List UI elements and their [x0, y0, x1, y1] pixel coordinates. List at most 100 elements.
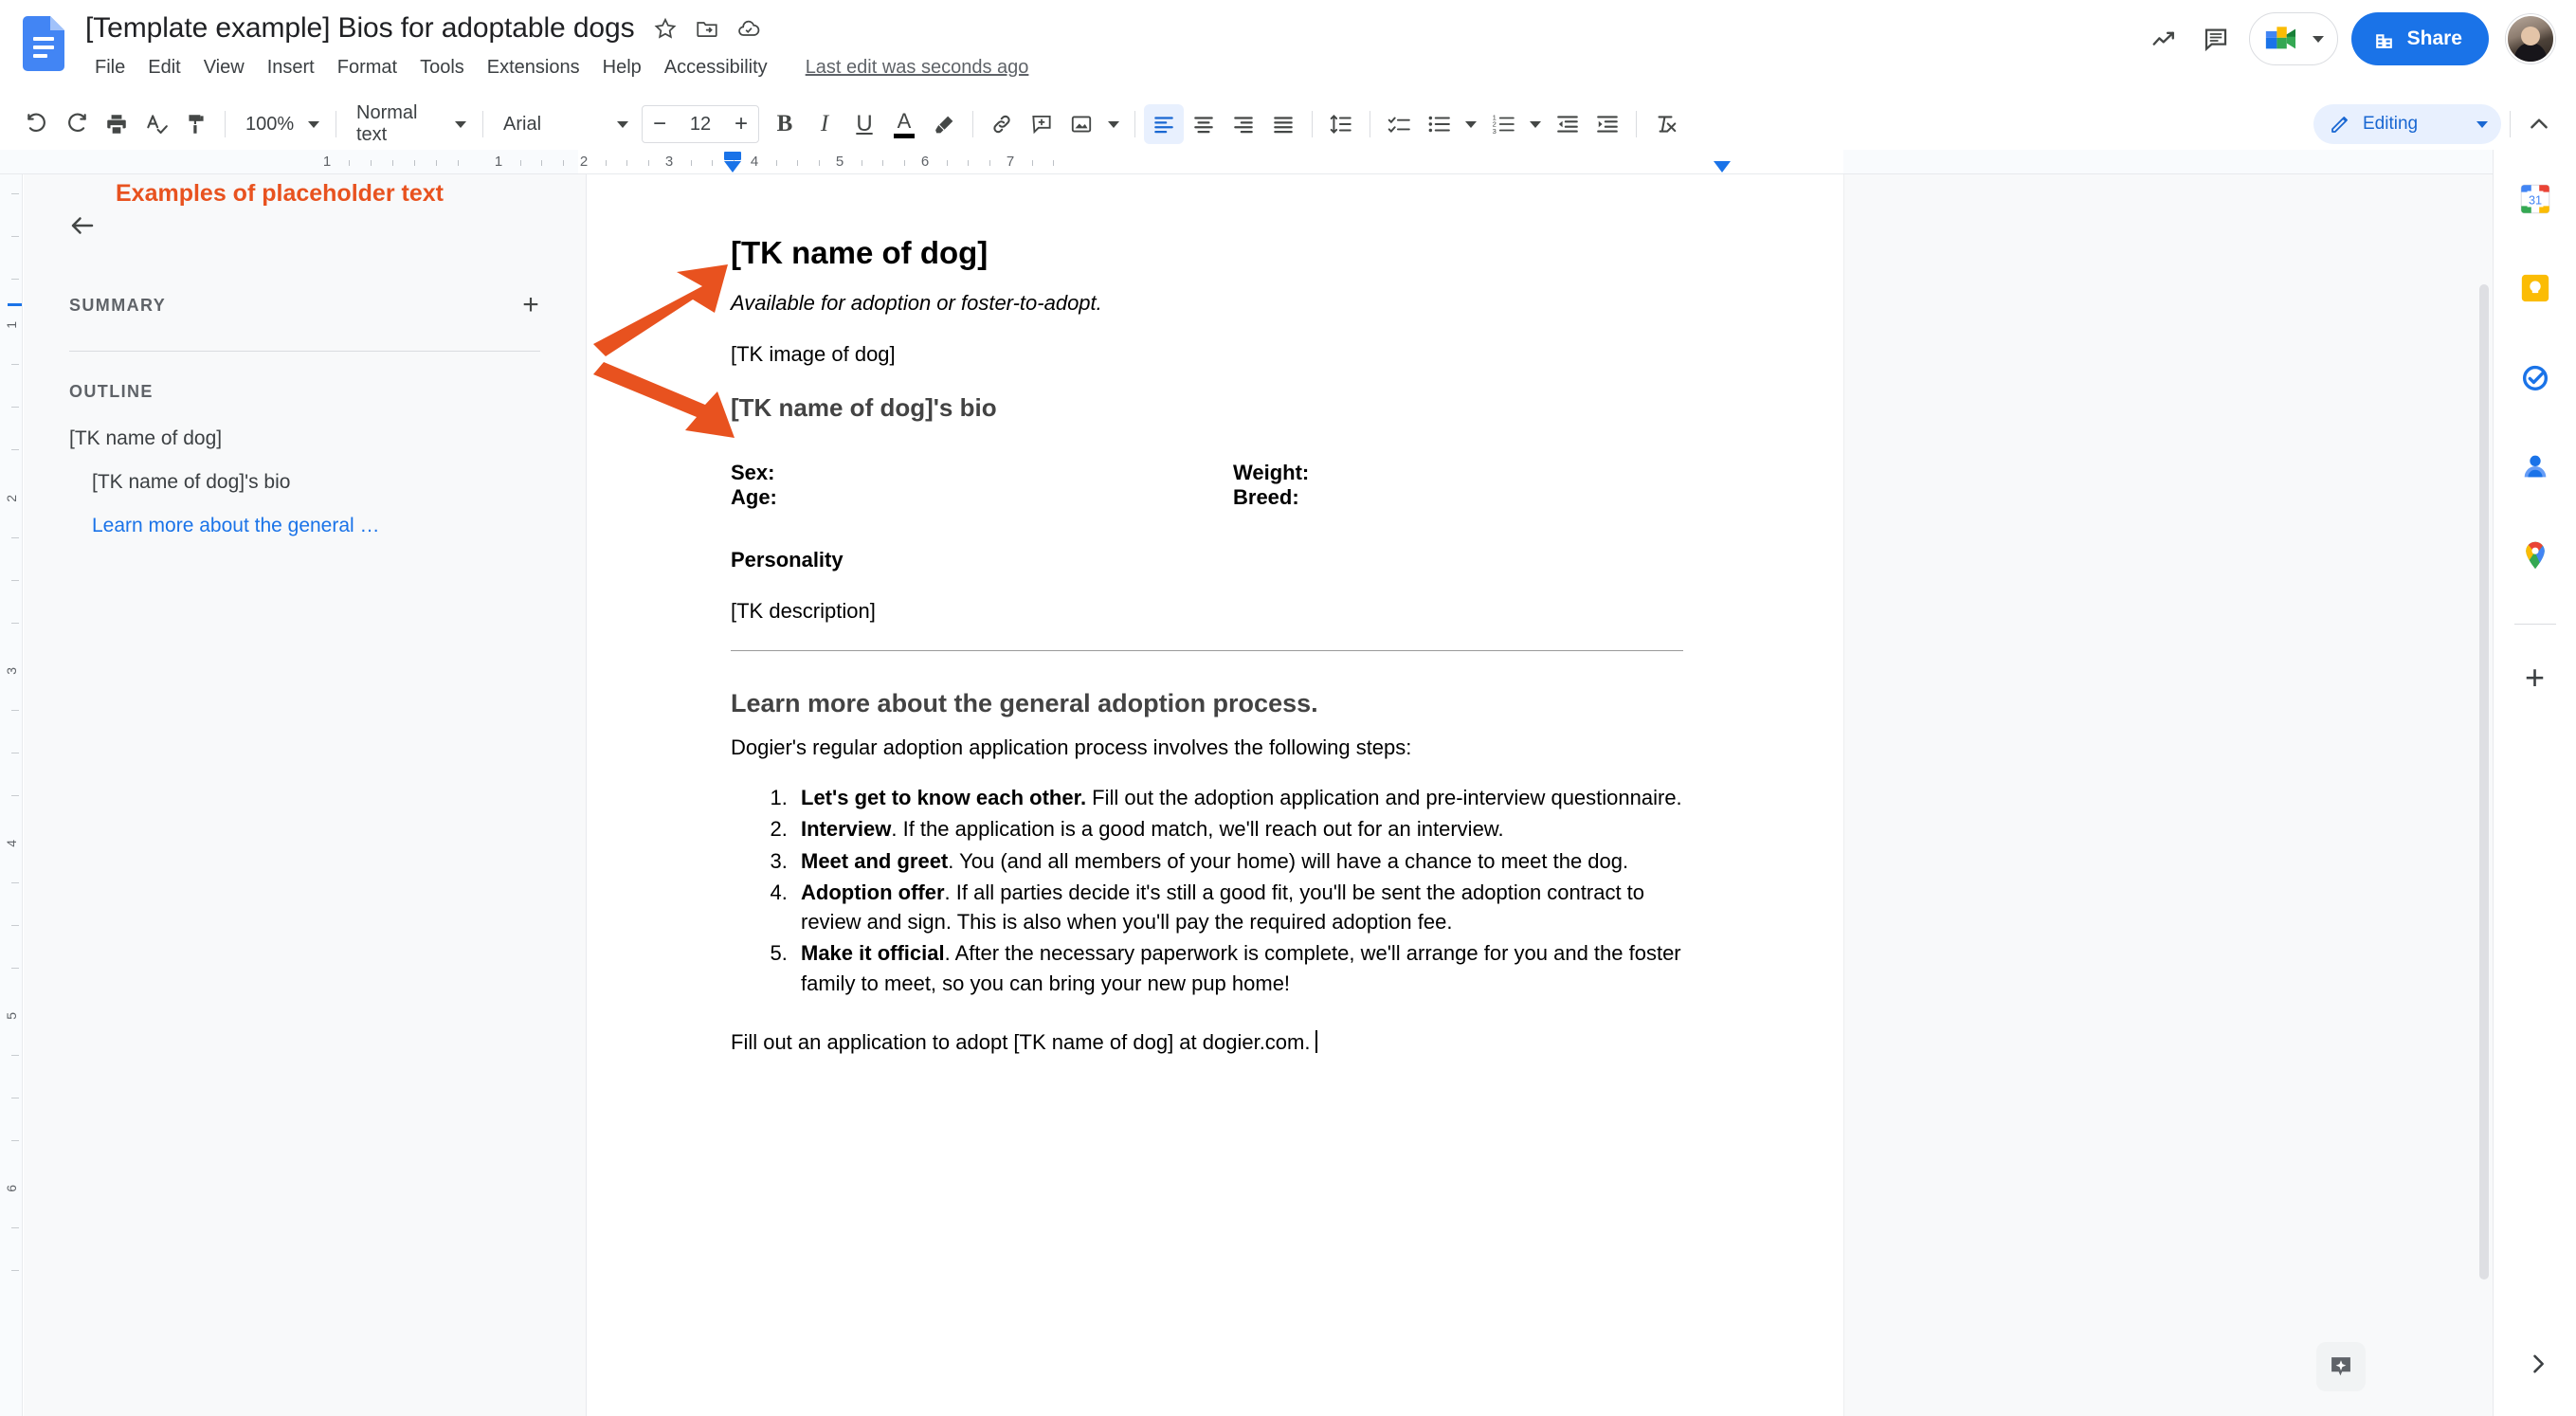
doc-field-row[interactable]: Age: Breed:	[731, 485, 1703, 510]
list-item[interactable]: Adoption offer. If all parties decide it…	[793, 878, 1703, 936]
doc-heading-bio[interactable]: [TK name of dog]'s bio	[731, 393, 1703, 423]
outline-item-learn-more[interactable]: Learn more about the general …	[24, 504, 586, 548]
align-center-button[interactable]	[1184, 104, 1224, 144]
pencil-icon	[2331, 117, 2348, 133]
calendar-icon[interactable]: 31	[2509, 172, 2562, 226]
comment-history-icon[interactable]	[2190, 13, 2241, 64]
doc-heading-personality[interactable]: Personality	[731, 548, 1703, 572]
numbered-list-chevron-down-icon[interactable]	[1523, 104, 1548, 144]
editing-mode-selector[interactable]: Editing	[2313, 104, 2501, 144]
align-left-button[interactable]	[1144, 104, 1184, 144]
outline-item-dog-bio[interactable]: [TK name of dog]'s bio	[24, 461, 586, 504]
font-size-decrease-button[interactable]: −	[643, 106, 677, 142]
share-label: Share	[2406, 27, 2462, 49]
font-selector[interactable]: Arial	[492, 104, 636, 144]
doc-image-placeholder[interactable]: [TK image of dog]	[731, 342, 1703, 367]
meet-button[interactable]	[2248, 12, 2338, 65]
menu-insert[interactable]: Insert	[256, 53, 326, 82]
checklist-icon[interactable]	[1379, 104, 1419, 144]
doc-subtitle[interactable]: Available for adoption or foster-to-adop…	[731, 291, 1703, 316]
font-size-increase-button[interactable]: +	[724, 106, 758, 142]
menu-tools[interactable]: Tools	[408, 53, 476, 82]
menu-accessibility[interactable]: Accessibility	[653, 53, 779, 82]
close-outline-button[interactable]	[62, 205, 103, 246]
menu-file[interactable]: File	[83, 53, 136, 82]
redo-icon[interactable]	[57, 104, 97, 144]
list-item[interactable]: Let's get to know each other. Fill out t…	[793, 783, 1703, 812]
align-right-button[interactable]	[1224, 104, 1263, 144]
increase-indent-icon[interactable]	[1587, 104, 1627, 144]
menu-help[interactable]: Help	[591, 53, 653, 82]
italic-button[interactable]: I	[805, 104, 844, 144]
add-comment-icon[interactable]	[1022, 104, 1061, 144]
add-ons-plus-icon[interactable]: +	[2509, 651, 2562, 704]
docs-logo-icon[interactable]	[23, 16, 64, 71]
document-page[interactable]: [TK name of dog] Available for adoption …	[587, 174, 1843, 1416]
doc-process-intro[interactable]: Dogier's regular adoption application pr…	[731, 735, 1703, 760]
paint-format-icon[interactable]	[176, 104, 216, 144]
list-item[interactable]: Make it official. After the necessary pa…	[793, 938, 1703, 997]
maps-icon[interactable]	[2509, 529, 2562, 582]
bold-button[interactable]: B	[765, 104, 805, 144]
insert-image-chevron-down-icon[interactable]	[1101, 104, 1126, 144]
print-icon[interactable]	[97, 104, 136, 144]
share-button[interactable]: Share	[2350, 12, 2489, 65]
document-body[interactable]: [TK name of dog] Available for adoption …	[587, 174, 1843, 1055]
insert-image-icon[interactable]	[1061, 104, 1101, 144]
highlight-color-icon[interactable]	[924, 104, 964, 144]
add-summary-button[interactable]: +	[514, 288, 548, 322]
step-title: Make it official	[801, 941, 945, 966]
keep-icon[interactable]	[2509, 262, 2562, 315]
font-size-input[interactable]: 12	[677, 114, 724, 136]
list-item[interactable]: Meet and greet. You (and all members of …	[793, 846, 1703, 876]
star-icon[interactable]	[653, 16, 678, 41]
doc-field-row[interactable]: Sex: Weight:	[731, 461, 1703, 485]
horizontal-ruler[interactable]: 1 1 2 3 4 5 6 7	[0, 150, 2493, 174]
text-color-button[interactable]: A	[884, 104, 924, 144]
spell-check-icon[interactable]	[136, 104, 176, 144]
chevron-down-icon	[308, 120, 319, 128]
cloud-saved-icon[interactable]	[736, 16, 761, 41]
doc-heading-dog-name[interactable]: [TK name of dog]	[731, 233, 1703, 272]
doc-heading-adoption-process[interactable]: Learn more about the general adoption pr…	[731, 689, 1703, 718]
outline-item-dog-name[interactable]: [TK name of dog]	[24, 417, 586, 461]
first-line-indent-marker[interactable]	[724, 152, 741, 160]
contacts-icon[interactable]	[2509, 440, 2562, 493]
avatar[interactable]	[2506, 14, 2555, 64]
menu-edit[interactable]: Edit	[136, 53, 191, 82]
collapse-toolbar-button[interactable]	[2519, 104, 2559, 144]
last-edit-status[interactable]: Last edit was seconds ago	[806, 57, 1029, 79]
menu-format[interactable]: Format	[326, 53, 408, 82]
right-indent-marker[interactable]	[1714, 161, 1731, 172]
numbered-list-icon[interactable]: 1 2 3	[1483, 104, 1523, 144]
bulleted-list-icon[interactable]	[1419, 104, 1459, 144]
zoom-selector[interactable]: 100%	[234, 104, 327, 144]
insert-link-icon[interactable]	[982, 104, 1022, 144]
bulleted-list-chevron-down-icon[interactable]	[1459, 104, 1483, 144]
decrease-indent-icon[interactable]	[1548, 104, 1587, 144]
left-indent-marker[interactable]	[724, 161, 741, 172]
clear-formatting-icon[interactable]	[1645, 104, 1685, 144]
vertical-scrollbar[interactable]	[2479, 284, 2489, 1280]
doc-description-placeholder[interactable]: [TK description]	[731, 599, 1703, 624]
undo-icon[interactable]	[17, 104, 57, 144]
activity-trend-icon[interactable]	[2139, 13, 2190, 64]
field-age-label: Age:	[731, 485, 777, 510]
doc-closing-paragraph[interactable]: Fill out an application to adopt [TK nam…	[731, 1029, 1703, 1055]
list-item[interactable]: Interview. If the application is a good …	[793, 814, 1703, 844]
paragraph-style-selector[interactable]: Normal text	[345, 102, 474, 145]
adoption-steps-list[interactable]: Let's get to know each other. Fill out t…	[731, 783, 1703, 998]
menu-extensions[interactable]: Extensions	[476, 53, 591, 82]
move-to-folder-icon[interactable]	[695, 16, 719, 41]
tasks-icon[interactable]	[2509, 351, 2562, 404]
align-justify-button[interactable]	[1263, 104, 1303, 144]
line-spacing-icon[interactable]	[1321, 104, 1361, 144]
expand-side-panel-button[interactable]	[2525, 1351, 2551, 1382]
menu-view[interactable]: View	[192, 53, 256, 82]
underline-button[interactable]: U	[844, 104, 884, 144]
vertical-indent-marker[interactable]	[8, 303, 22, 306]
vertical-ruler[interactable]: 1 2 3 4 5 6	[0, 174, 23, 1416]
explore-button[interactable]	[2316, 1342, 2366, 1391]
document-title[interactable]: [Template example] Bios for adoptable do…	[85, 12, 635, 45]
document-canvas[interactable]: [TK name of dog] Available for adoption …	[587, 174, 2493, 1416]
